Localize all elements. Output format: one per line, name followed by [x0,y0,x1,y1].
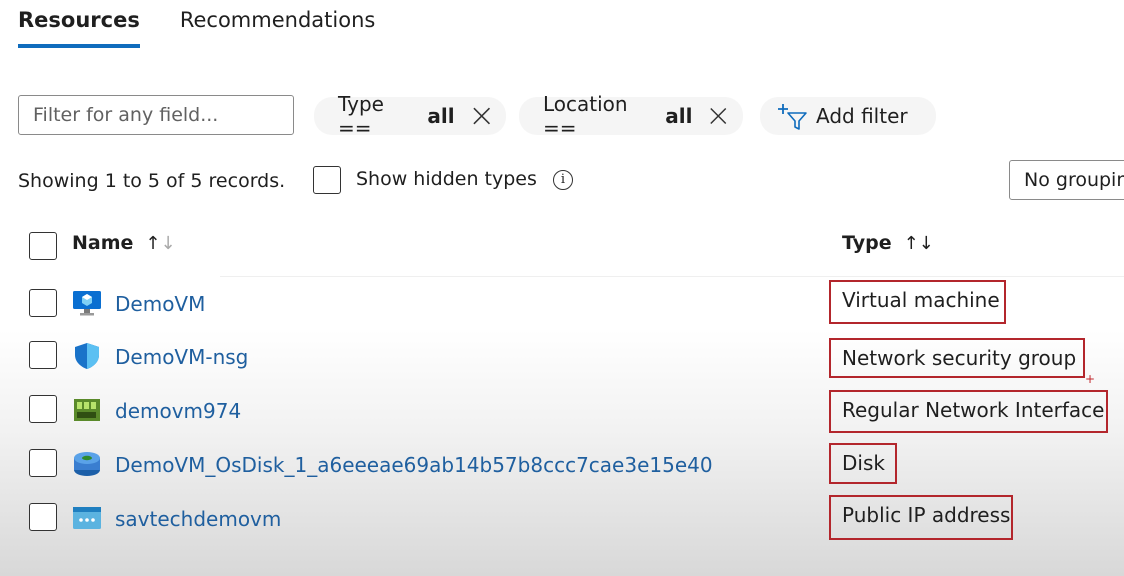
info-icon[interactable]: i [553,170,573,190]
row-checkbox[interactable] [29,449,57,477]
show-hidden-types-label: Show hidden types [356,168,537,190]
sort-icon: ↑↓ [903,232,934,254]
type-filter-value: all [427,104,455,128]
sort-icon: ↑↓ [145,232,176,254]
records-count-text: Showing 1 to 5 of 5 records. [18,170,286,192]
resource-link[interactable]: demovm974 [115,399,241,423]
resource-type-cell: Disk [829,443,897,484]
row-checkbox[interactable] [29,289,57,317]
location-filter-label: Location == [543,92,628,140]
resource-type-cell: Regular Network Interface [829,390,1108,433]
public-ip-icon [73,507,101,529]
close-icon[interactable] [708,105,729,127]
resource-link[interactable]: DemoVM_OsDisk_1_a6eeeae69ab14b57b8ccc7ca… [115,453,713,477]
resource-link[interactable]: DemoVM [115,292,205,316]
add-filter-icon [778,104,807,130]
row-checkbox[interactable] [29,395,57,423]
header-divider [220,276,1124,277]
resource-type-cell: Public IP address [829,495,1013,540]
network-interface-icon [74,399,100,421]
tab-recommendations[interactable]: Recommendations [180,0,375,52]
resource-link[interactable]: savtechdemovm [115,507,281,531]
add-filter-label: Add filter [816,104,908,128]
close-icon[interactable] [471,105,492,127]
resource-type-cell: Virtual machine [829,280,1006,324]
column-header-type[interactable]: Type ↑↓ [842,232,934,254]
column-header-name[interactable]: Name ↑↓ [72,232,176,254]
resource-type-cell: Network security group [829,338,1085,378]
row-checkbox[interactable] [29,341,57,369]
resource-link[interactable]: DemoVM-nsg [115,345,248,369]
type-filter-pill[interactable]: Type == all [314,92,506,140]
grouping-dropdown[interactable]: No grouping [1009,160,1124,200]
tab-resources[interactable]: Resources [18,0,140,52]
disk-icon [74,452,100,476]
show-hidden-types-checkbox[interactable] [313,166,341,194]
add-filter-button[interactable]: Add filter [760,97,936,135]
row-checkbox[interactable] [29,503,57,531]
filter-input[interactable] [18,95,294,135]
location-filter-value: all [665,104,693,128]
select-all-checkbox[interactable] [29,232,57,260]
column-header-name-label: Name [72,232,134,254]
tab-bar: Resources Recommendations [18,0,415,52]
type-filter-label: Type == [338,92,384,140]
location-filter-pill[interactable]: Location == all [519,92,743,140]
annotation-plus-mark: + [1085,372,1096,386]
virtual-machine-icon [73,291,101,316]
shield-icon [75,343,99,369]
column-header-type-label: Type [842,232,892,254]
